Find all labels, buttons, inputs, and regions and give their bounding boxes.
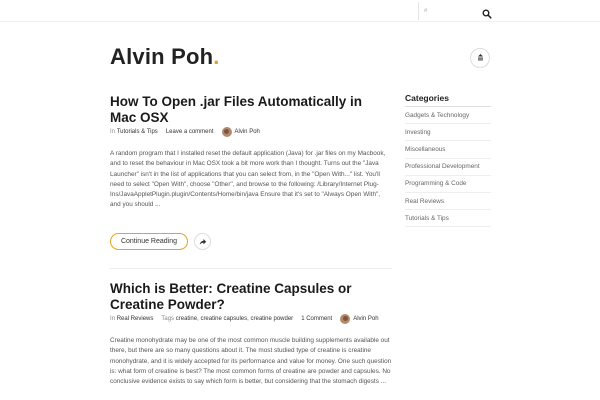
post-tag-link[interactable]: creatine powder (250, 316, 293, 322)
post-excerpt: Creatine monohydrate may be one of the m… (110, 337, 392, 386)
meta-tags-label: Tags (161, 316, 175, 322)
topbar-border (0, 21, 600, 22)
category-link[interactable]: Gadgets & Technology (405, 107, 491, 125)
site-title-text[interactable]: Alvin Poh (110, 44, 213, 69)
post-excerpt: A random program that I installed reset … (110, 150, 386, 209)
post-category-link[interactable]: Real Reviews (117, 316, 154, 322)
post-tag-link[interactable]: creatine (176, 316, 197, 322)
post-meta: In Real Reviews Tags creatine, creatine … (110, 314, 379, 324)
post-author-link[interactable]: Alvin Poh (353, 316, 378, 322)
post-meta: In Tutorials & Tips Leave a comment Alvi… (110, 127, 260, 137)
author-avatar (340, 314, 351, 324)
top-bar (0, 0, 600, 22)
meta-in-label: In (110, 316, 116, 322)
post-tag-link[interactable]: creatine capsules (200, 316, 247, 322)
post-title[interactable]: How To Open .jar Files Automatically in … (110, 94, 385, 126)
site-title-dot: . (213, 44, 220, 69)
menu-toggle-icon (476, 49, 485, 67)
categories-heading: Categories (405, 93, 449, 103)
post-category-link[interactable]: Tutorials & Tips (117, 129, 158, 135)
meta-in-label: In (110, 129, 116, 135)
category-link[interactable]: Investing (405, 124, 491, 142)
share-button[interactable] (194, 233, 211, 250)
post-divider (110, 268, 392, 269)
share-icon (199, 233, 207, 251)
post-comments-link[interactable]: 1 Comment (301, 316, 332, 322)
category-link[interactable]: Programming & Code (405, 176, 491, 193)
post-comments-link[interactable]: Leave a comment (166, 129, 214, 135)
continue-reading-button[interactable]: Continue Reading (110, 233, 188, 250)
menu-toggle-button[interactable] (470, 48, 490, 68)
author-avatar (221, 127, 232, 137)
post-author-link[interactable]: Alvin Poh (235, 129, 260, 135)
search-input[interactable] (424, 4, 478, 18)
site-title[interactable]: Alvin Poh. (110, 44, 220, 70)
search-icon[interactable] (482, 6, 492, 19)
category-link[interactable]: Real Reviews (405, 193, 491, 211)
categories-list: Gadgets & Technology Investing Miscellan… (405, 107, 491, 228)
post-title[interactable]: Which is Better: Creatine Capsules or Cr… (110, 281, 385, 313)
topbar-divider (418, 2, 419, 20)
category-link[interactable]: Miscellaneous (405, 141, 491, 159)
category-link[interactable]: Tutorials & Tips (405, 210, 491, 228)
category-link[interactable]: Professional Development (405, 159, 491, 176)
